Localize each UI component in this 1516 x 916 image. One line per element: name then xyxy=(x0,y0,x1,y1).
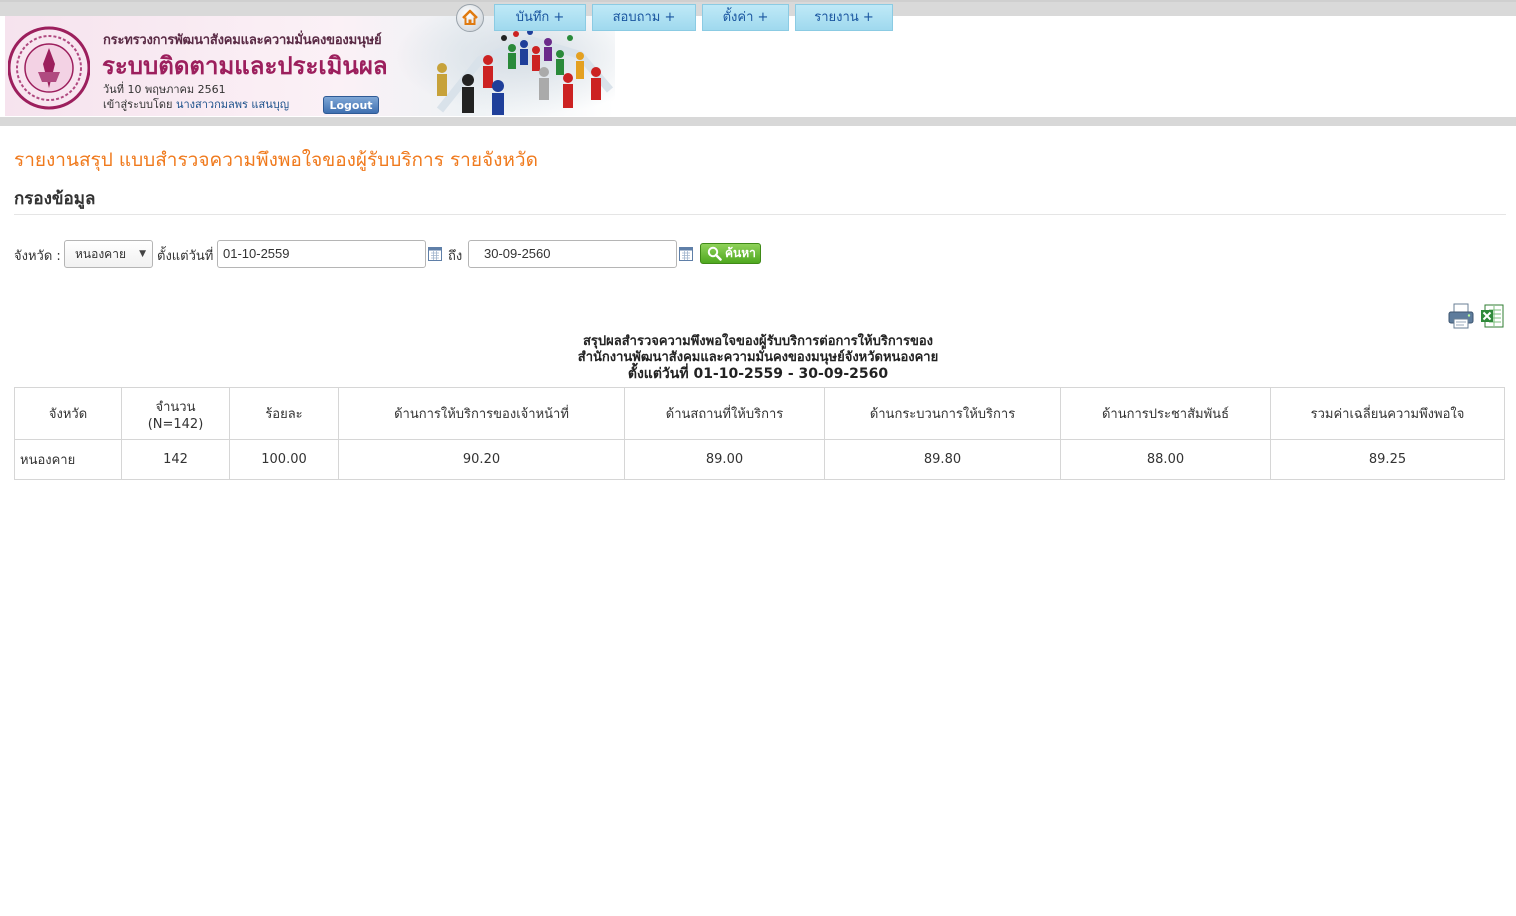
col-process: ด้านกระบวนการให้บริการ xyxy=(824,387,1061,440)
cell-staff: 90.20 xyxy=(338,439,625,480)
printer-icon[interactable] xyxy=(1447,302,1475,330)
to-calendar-icon[interactable] xyxy=(679,246,693,261)
menu-tab-inquiry[interactable]: สอบถาม + xyxy=(592,4,696,31)
report-table: จังหวัด จำนวน (N=142) ร้อยละ ด้านการให้บ… xyxy=(14,387,1505,480)
col-average: รวมค่าเฉลี่ยนความพึงพอใจ xyxy=(1270,387,1505,440)
login-info: เข้าสู่ระบบโดย นางสาวกมลพร แสนบุญ xyxy=(103,95,289,113)
cell-place: 89.00 xyxy=(624,439,825,480)
home-icon xyxy=(462,9,478,25)
col-count: จำนวน (N=142) xyxy=(121,387,230,440)
menu-tab-report[interactable]: รายงาน + xyxy=(795,4,893,31)
search-button-label: ค้นหา xyxy=(725,246,756,260)
table-row: หนองคาย 142 100.00 90.20 89.00 89.80 88.… xyxy=(14,439,1505,480)
menu-tab-record[interactable]: บันทึก + xyxy=(494,4,586,31)
from-calendar-icon[interactable] xyxy=(428,246,442,261)
cell-count: 142 xyxy=(121,439,230,480)
cell-pr: 88.00 xyxy=(1060,439,1271,480)
search-button[interactable]: ค้นหา xyxy=(700,243,761,264)
ministry-seal-icon xyxy=(8,26,90,110)
col-staff: ด้านการให้บริการของเจ้าหน้าที่ xyxy=(338,387,625,440)
login-prefix: เข้าสู่ระบบโดย xyxy=(103,98,173,111)
cell-process: 89.80 xyxy=(824,439,1061,480)
col-pr: ด้านการประชาสัมพันธ์ xyxy=(1060,387,1271,440)
province-select-value: หนองคาย xyxy=(75,247,126,261)
dropdown-arrow-icon: ▼ xyxy=(139,249,146,259)
page-title: รายงานสรุป แบบสำรวจความพึงพอใจของผู้รับบ… xyxy=(14,149,538,171)
cell-percent: 100.00 xyxy=(229,439,339,480)
province-label: จังหวัด : xyxy=(14,249,61,264)
header-divider xyxy=(0,117,1516,126)
col-percent: ร้อยละ xyxy=(229,387,339,440)
from-date-label: ตั้งแต่วันที่ xyxy=(157,249,214,264)
table-header-row: จังหวัด จำนวน (N=142) ร้อยละ ด้านการให้บ… xyxy=(14,387,1505,440)
logout-button[interactable]: Logout xyxy=(323,96,379,114)
to-date-input[interactable]: 30-09-2560 xyxy=(468,240,677,268)
province-select[interactable]: หนองคาย ▼ xyxy=(64,240,153,268)
to-date-label: ถึง xyxy=(448,249,463,264)
menu-tab-settings[interactable]: ตั้งค่า + xyxy=(702,4,789,31)
home-button[interactable] xyxy=(456,4,484,32)
col-place: ด้านสถานที่ให้บริการ xyxy=(624,387,825,440)
report-title-line3: ตั้งแต่วันที่ 01-10-2559 - 30-09-2560 xyxy=(627,366,889,382)
magnifier-icon xyxy=(707,246,722,261)
col-count-line1: จำนวน xyxy=(155,399,196,415)
filter-divider xyxy=(14,214,1506,215)
cell-average: 89.25 xyxy=(1270,439,1505,480)
filter-heading: กรองข้อมูล xyxy=(14,189,96,209)
cell-province: หนองคาย xyxy=(14,439,122,480)
col-count-line2: (N=142) xyxy=(147,416,204,432)
excel-icon[interactable] xyxy=(1480,303,1504,329)
user-name: นางสาวกมลพร แสนบุญ xyxy=(175,98,290,111)
people-illustration-icon xyxy=(436,29,614,115)
from-date-input[interactable]: 01-10-2559 xyxy=(217,240,426,268)
col-province: จังหวัด xyxy=(14,387,122,440)
